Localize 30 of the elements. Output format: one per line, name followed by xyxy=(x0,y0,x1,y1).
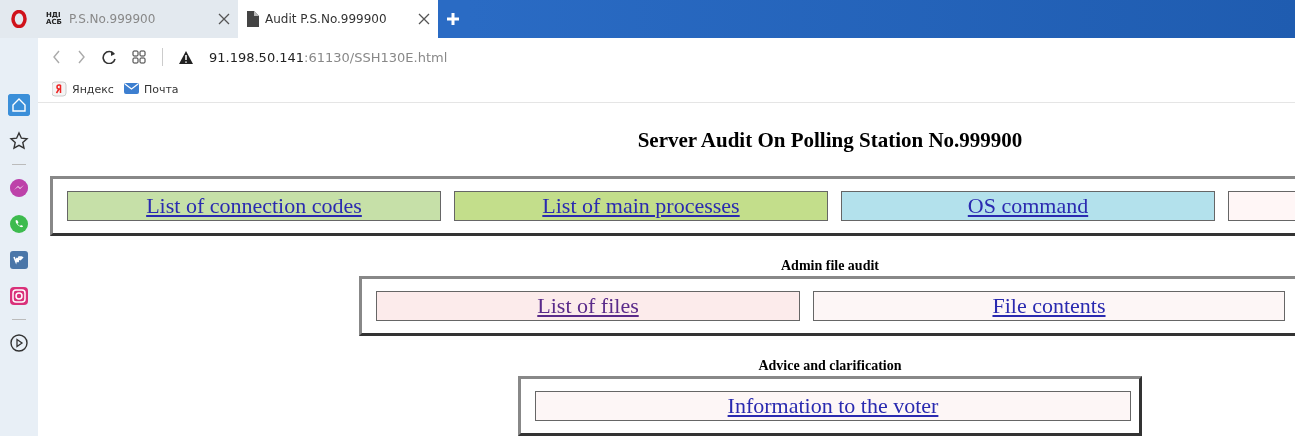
tab-title: P.S.No.999900 xyxy=(69,12,157,26)
play-icon[interactable] xyxy=(8,332,30,354)
bookmark[interactable]: Почта xyxy=(123,81,179,98)
close-icon[interactable] xyxy=(418,13,430,25)
yandex-icon xyxy=(52,81,67,98)
plus-icon[interactable] xyxy=(447,13,459,25)
nav-link[interactable]: List of main processes xyxy=(454,191,828,221)
nav-link[interactable]: Information to the voter xyxy=(535,391,1131,421)
section-heading: Advice and clarification xyxy=(758,358,902,375)
reload-icon[interactable] xyxy=(102,50,116,65)
chat-bubble-icon[interactable] xyxy=(8,177,30,199)
close-icon[interactable] xyxy=(218,13,230,25)
home-icon[interactable] xyxy=(8,94,30,116)
browser-tab[interactable]: Audit P.S.No.999900 xyxy=(238,0,438,38)
vk-icon[interactable] xyxy=(8,249,30,271)
warning-icon xyxy=(179,50,193,64)
grid-icon[interactable] xyxy=(132,50,146,65)
nav-link[interactable]: List of files xyxy=(376,291,800,321)
nav-link[interactable]: File contents xyxy=(813,291,1285,321)
address-field[interactable]: 91.198.50.141:61130/SSH130E.html xyxy=(209,49,448,65)
document-icon xyxy=(246,11,260,27)
opera-logo-icon xyxy=(11,10,27,28)
camera-icon[interactable] xyxy=(8,285,30,307)
bookmark[interactable]: Яндекс xyxy=(52,81,114,98)
nav-link[interactable]: OS command xyxy=(841,191,1215,221)
page-title: Server Audit On Polling Station No.999900 xyxy=(637,128,1023,154)
tab-title: Audit P.S.No.999900 xyxy=(265,12,388,26)
nav-link[interactable]: List of connection codes xyxy=(67,191,441,221)
star-icon[interactable] xyxy=(8,130,30,152)
section-heading: Admin file audit xyxy=(781,258,879,275)
